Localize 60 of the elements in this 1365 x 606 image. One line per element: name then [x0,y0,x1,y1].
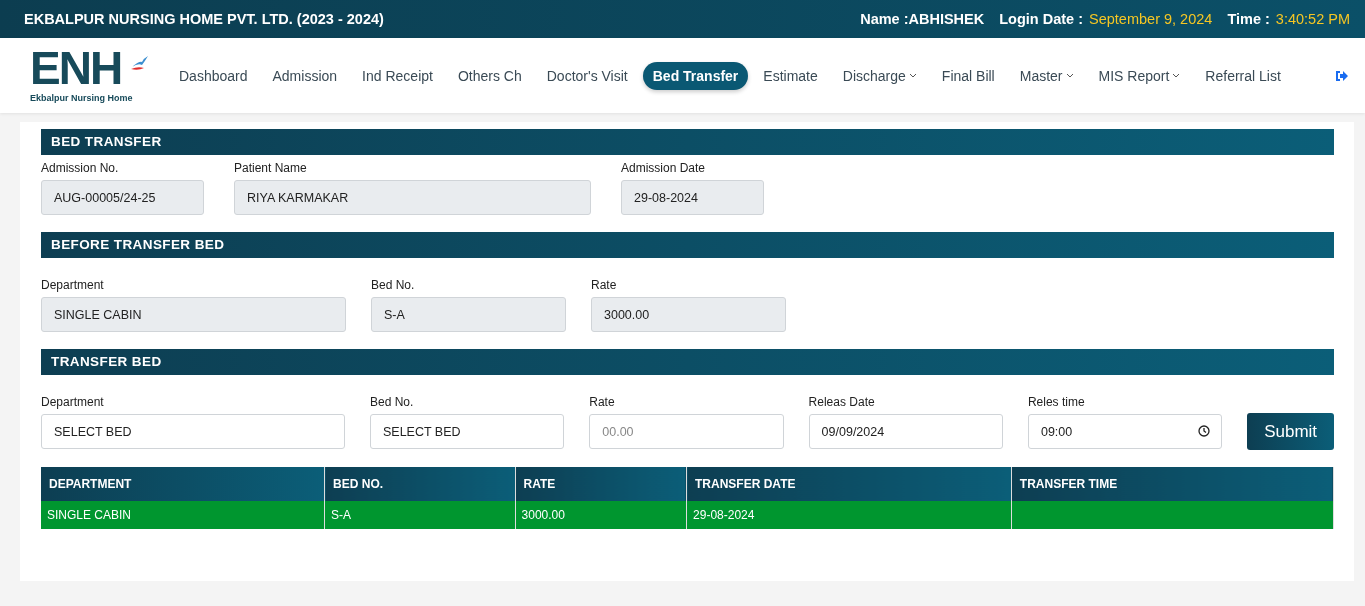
input-field[interactable]: RIYA KARMAKAR [234,180,591,215]
nav-item[interactable]: MIS Report [1088,61,1191,90]
user-name: Name :ABHISHEK [860,11,985,27]
section-header: BED TRANSFER [41,129,1334,155]
nav-item[interactable]: Master [1009,61,1084,90]
column-header: BED NO. [324,467,516,501]
submit-button[interactable]: Submit [1247,413,1334,450]
caret-icon [1172,73,1181,78]
nav-item[interactable]: Admission [262,61,348,90]
logo-name: Ekbalpur Nursing Home [30,92,134,103]
table-cell: S-A [324,501,516,529]
nav-item[interactable]: Ind Receipt [352,61,443,90]
caret-icon [908,73,917,78]
input-field[interactable]: AUG-00005/24-25 [41,180,204,215]
login-date-label: Login Date : [999,11,1084,27]
nav-item[interactable]: Discharge [832,61,927,90]
nav-item[interactable]: Dashboard [169,61,258,90]
field-label: Bed No. [369,395,415,409]
input-field[interactable]: SELECT BED [369,414,565,449]
field-label: Admission Date [621,161,707,175]
nav-item[interactable]: Final Bill [931,61,1005,90]
input-field[interactable]: S-A [371,297,566,332]
table-cell: 29-08-2024 [686,501,1012,529]
login-date: September 9, 2024 [1089,11,1213,27]
section-header: TRANSFER BED [41,349,1334,375]
nav-item[interactable]: Doctor's Visit [536,61,638,90]
logout-icon[interactable] [1335,69,1349,82]
nav-item[interactable]: Estimate [753,61,828,90]
company-title: EKBALPUR NURSING HOME PVT. LTD. (2023 - 2024) [24,11,384,27]
field-label: Patient Name [234,161,308,175]
nav-item[interactable]: Referral List [1195,61,1291,90]
nav-item[interactable]: Bed Transfer [642,61,749,90]
column-header: RATE [515,467,687,501]
time-label: Time : [1227,11,1270,27]
field-label: Rate [589,395,616,409]
input-field[interactable]: 3000.00 [591,297,786,332]
field-label: Rate [591,278,618,292]
field-label: Department [41,278,105,292]
input-field[interactable]: 09/09/2024 [808,414,1003,449]
field-label: Releas Date [808,395,876,409]
time-value: 3:40:52 PM [1275,11,1350,27]
column-header: TRANSFER TIME [1011,467,1334,501]
table-cell: SINGLE CABIN [41,501,325,529]
input-field[interactable]: 00.00 [589,414,784,449]
field-label: Department [41,395,105,409]
field-label: Reles time [1027,395,1086,409]
time-field[interactable]: 09:00 [1027,414,1223,449]
caret-icon [1065,73,1074,78]
clock-icon[interactable] [1198,425,1211,437]
input-field[interactable]: SELECT BED [41,414,345,449]
section-header: BEFORE TRANSFER BED [41,232,1334,258]
input-field[interactable]: SINGLE CABIN [41,297,346,332]
field-label: Bed No. [371,278,416,292]
field-label: Admission No. [41,161,120,175]
table-cell: 3000.00 [515,501,687,529]
column-header: TRANSFER DATE [686,467,1012,501]
logo-mark: ENH [30,44,122,91]
column-header: DEPARTMENT [41,467,325,501]
input-field[interactable]: 29-08-2024 [621,180,764,215]
nav-item[interactable]: Others Ch [447,61,532,90]
